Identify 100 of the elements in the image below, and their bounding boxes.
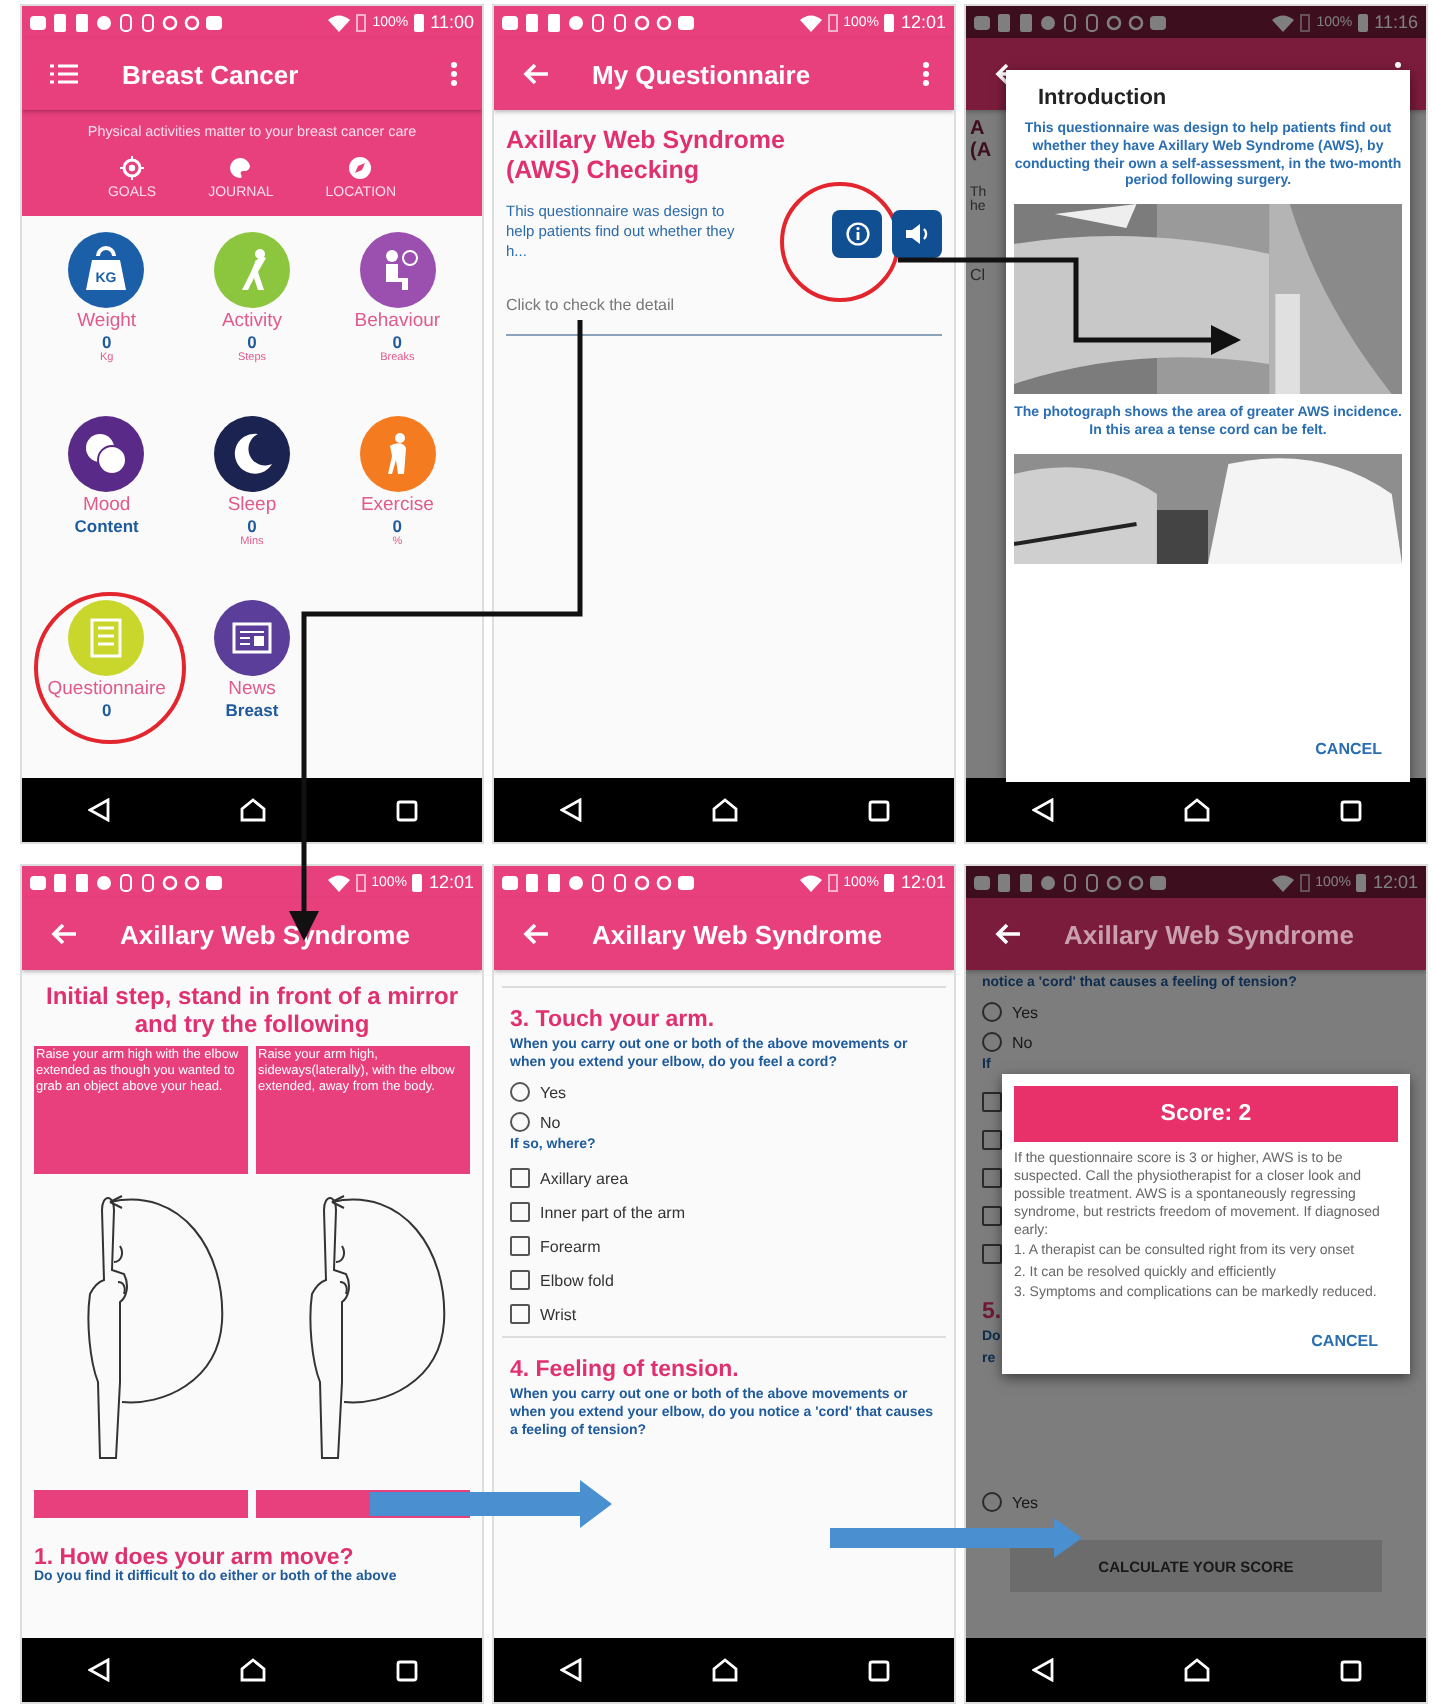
status-time: 12:01 <box>428 872 474 892</box>
tile-value: 0 <box>247 332 257 352</box>
question-heading: 4. Feeling of tension. <box>510 1358 741 1383</box>
sim-icon <box>355 873 366 891</box>
back-arrow-icon[interactable] <box>994 922 1020 946</box>
radio-button[interactable] <box>510 1112 530 1133</box>
recent-apps-icon[interactable] <box>1339 1659 1361 1681</box>
cancel-button[interactable]: CANCEL <box>1291 1323 1398 1358</box>
dialog-title: Introduction <box>1036 86 1169 110</box>
tile-circle[interactable] <box>68 416 145 492</box>
tile-circle[interactable] <box>213 600 290 676</box>
option-label[interactable]: Wrist <box>540 1305 577 1324</box>
palette-icon[interactable] <box>228 156 253 180</box>
radio-button[interactable] <box>510 1082 530 1103</box>
option-label[interactable]: No <box>1012 1033 1033 1052</box>
tile-value: Breast <box>225 700 279 720</box>
audio-button[interactable] <box>892 210 942 258</box>
wifi-icon <box>1271 873 1294 891</box>
faces-icon <box>82 430 131 478</box>
home-icon[interactable] <box>239 798 265 822</box>
battery-icon <box>414 13 425 31</box>
question-heading: 3. Touch your arm. <box>510 1008 717 1032</box>
wifi-icon <box>799 873 822 891</box>
back-icon[interactable] <box>87 1658 109 1682</box>
battery-icon <box>884 873 895 891</box>
menu-icon[interactable] <box>50 64 78 84</box>
status-time: 12:01 <box>900 872 946 892</box>
tile-label[interactable]: Behaviour <box>354 310 441 332</box>
home-icon[interactable] <box>239 1658 265 1682</box>
compass-icon[interactable] <box>348 156 373 180</box>
covered-text: 5. <box>982 1300 1002 1325</box>
checkbox[interactable] <box>510 1270 530 1291</box>
option-label[interactable]: Yes <box>1012 1493 1039 1512</box>
more-options-icon[interactable] <box>450 62 458 86</box>
tile-circle[interactable] <box>359 416 436 492</box>
option-label[interactable]: Elbow fold <box>540 1271 614 1290</box>
tile-value: 0 <box>101 332 112 352</box>
info-button[interactable] <box>832 210 882 258</box>
sim-icon <box>827 873 838 891</box>
checkbox[interactable] <box>510 1168 530 1189</box>
tile-circle[interactable] <box>213 416 290 492</box>
option-label[interactable]: Axillary area <box>540 1169 629 1188</box>
recent-apps-icon[interactable] <box>395 799 417 821</box>
tile-label[interactable]: Questionnaire <box>47 678 166 700</box>
wifi-icon <box>328 13 351 31</box>
sim-icon <box>356 13 367 31</box>
home-icon[interactable] <box>711 1658 737 1682</box>
recent-apps-icon[interactable] <box>1339 799 1361 821</box>
home-icon[interactable] <box>1183 798 1209 822</box>
option-label[interactable]: Inner part of the arm <box>540 1203 685 1222</box>
target-icon[interactable] <box>120 156 145 180</box>
option-label[interactable]: Yes <box>540 1083 567 1102</box>
tile-label[interactable]: Mood <box>82 494 131 516</box>
score-banner: Score: 2 <box>1014 1086 1398 1142</box>
recent-apps-icon[interactable] <box>395 1659 417 1681</box>
back-icon[interactable] <box>1031 1658 1053 1682</box>
wifi-icon <box>799 13 822 31</box>
tile-value: 0 <box>392 516 403 536</box>
sim-icon <box>827 13 838 31</box>
tile-label[interactable]: Exercise <box>360 494 434 516</box>
cancel-button[interactable]: CANCEL <box>1295 732 1402 766</box>
checkbox[interactable] <box>510 1202 530 1223</box>
wifi-icon <box>1272 13 1295 31</box>
option-label[interactable]: Forearm <box>540 1237 601 1256</box>
more-options-icon[interactable] <box>922 62 930 86</box>
checkbox[interactable] <box>510 1236 530 1257</box>
app-bar-title: Axillary Web Syndrome <box>592 919 882 949</box>
app-bar-title: Axillary Web Syndrome <box>120 919 410 949</box>
tile-label[interactable]: Activity <box>221 310 283 332</box>
status-time: 11:16 <box>1374 12 1418 32</box>
option-label[interactable]: Yes <box>1012 1003 1039 1022</box>
back-icon[interactable] <box>87 798 109 822</box>
app-bar-title: My Questionnaire <box>592 59 811 89</box>
tile-label[interactable]: Sleep <box>227 494 277 516</box>
app-bar-title: Axillary Web Syndrome <box>1064 919 1354 949</box>
tile-label[interactable]: News <box>228 678 276 700</box>
tile-circle[interactable] <box>68 600 145 676</box>
recent-apps-icon[interactable] <box>867 1659 889 1681</box>
tile-value: 0 <box>101 700 112 720</box>
covered-text: (A <box>970 140 992 162</box>
home-icon[interactable] <box>711 798 737 822</box>
questionnaire-heading[interactable]: Axillary Web Syndrome (AWS) Checking <box>506 126 806 186</box>
info-icon <box>845 222 869 246</box>
battery-icon <box>1358 13 1369 31</box>
tile-label[interactable]: Weight <box>77 310 137 332</box>
option-label[interactable]: No <box>540 1113 561 1132</box>
radio-button[interactable] <box>982 1032 1002 1053</box>
recent-apps-icon[interactable] <box>867 799 889 821</box>
back-icon[interactable] <box>559 1658 581 1682</box>
battery-icon <box>884 13 895 31</box>
app-bar-title: Breast Cancer <box>122 59 299 89</box>
radio-button[interactable] <box>982 1002 1002 1023</box>
radio-button[interactable] <box>982 1492 1002 1513</box>
detail-hint[interactable]: Click to check the detail <box>506 296 942 337</box>
home-icon[interactable] <box>1183 1658 1209 1682</box>
tile-circle[interactable] <box>213 232 290 308</box>
checkbox[interactable] <box>510 1304 530 1325</box>
tile-circle[interactable] <box>359 232 436 308</box>
back-icon[interactable] <box>1031 798 1053 822</box>
back-icon[interactable] <box>559 798 581 822</box>
